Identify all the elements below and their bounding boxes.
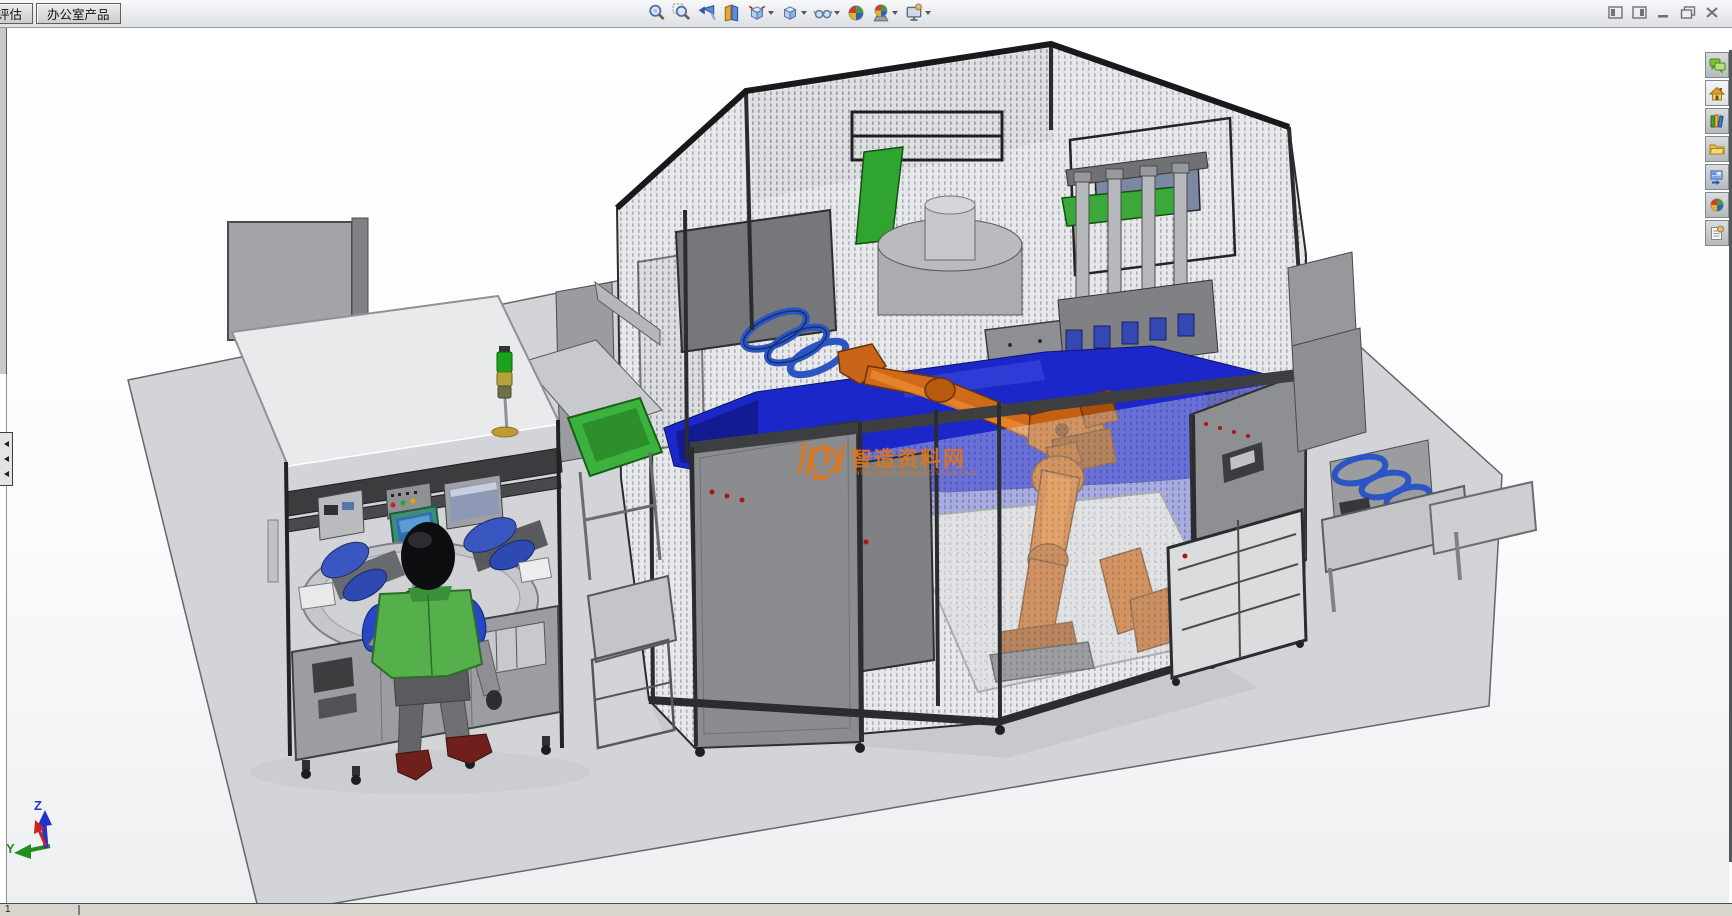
- featuremanager-collapsed-strip: [0, 27, 7, 374]
- command-manager-tabs: 评估 办公室产品: [0, 3, 121, 24]
- design-library-button[interactable]: [1705, 108, 1729, 134]
- previous-view-icon: [697, 3, 717, 23]
- restore-button[interactable]: [1680, 6, 1696, 19]
- split-pane-left-icon: [1608, 6, 1623, 19]
- view-settings-button[interactable]: [903, 2, 933, 24]
- minimize-button[interactable]: [1656, 6, 1671, 19]
- split-pane-right-button[interactable]: [1632, 6, 1647, 19]
- forum-icon: [1708, 57, 1726, 73]
- previous-view-button[interactable]: [696, 2, 718, 24]
- split-pane-right-icon: [1632, 6, 1647, 19]
- hide-show-items-button[interactable]: [812, 2, 842, 24]
- solidworks-resources-button[interactable]: [1705, 80, 1729, 106]
- triad-y-label: Y: [7, 841, 15, 856]
- status-page-indicator: 1: [5, 904, 11, 915]
- collapse-left-icon: [4, 471, 9, 477]
- heads-up-view-toolbar: [646, 2, 933, 24]
- collapse-left-icon: [4, 441, 9, 447]
- watermark-title: 智造资料网: [851, 447, 966, 471]
- orientation-triad: Z Y: [7, 798, 52, 859]
- watermark-subtitle: INTELLIGENT MANUFACTURING DATA: [853, 471, 977, 477]
- tab-office-products[interactable]: 办公室产品: [36, 3, 121, 24]
- section-view-button[interactable]: [721, 2, 743, 24]
- chevron-down-icon[interactable]: [768, 11, 774, 15]
- minimize-icon: [1656, 6, 1671, 19]
- view-settings-icon: [904, 3, 924, 23]
- hide-show-items-icon: [813, 3, 833, 23]
- file-explorer-button[interactable]: [1705, 136, 1729, 162]
- status-divider: [78, 905, 80, 915]
- custom-properties-button[interactable]: [1705, 220, 1729, 246]
- chevron-down-icon[interactable]: [834, 11, 840, 15]
- home-icon: [1708, 85, 1726, 101]
- status-bar: 1: [0, 903, 1732, 916]
- tab-evaluate[interactable]: 评估: [0, 3, 33, 24]
- split-pane-left-button[interactable]: [1608, 6, 1623, 19]
- zoom-to-area-button[interactable]: [671, 2, 693, 24]
- cad-scene[interactable]: 智造资料网 INTELLIGENT MANUFACTURING DATA Z Y: [7, 27, 1729, 904]
- solidworks-forum-button[interactable]: [1705, 52, 1729, 78]
- chevron-down-icon[interactable]: [892, 11, 898, 15]
- appearances-scenes-button[interactable]: [1705, 192, 1729, 218]
- restore-icon: [1680, 6, 1696, 19]
- chevron-down-icon[interactable]: [801, 11, 807, 15]
- folder-icon: [1708, 141, 1726, 157]
- zoom-to-area-icon: [672, 3, 692, 23]
- view-palette-button[interactable]: [1705, 164, 1729, 190]
- zoom-to-fit-icon: [647, 3, 667, 23]
- section-view-icon: [722, 3, 742, 23]
- solidworks-window: 智造资料网 INTELLIGENT MANUFACTURING DATA Z Y…: [0, 0, 1732, 916]
- books-icon: [1708, 113, 1726, 129]
- apply-scene-icon: [871, 3, 891, 23]
- featuremanager-flyout-tab[interactable]: [0, 432, 13, 486]
- close-button[interactable]: [1705, 6, 1719, 19]
- collapse-left-icon: [4, 456, 9, 462]
- display-style-icon: [780, 3, 800, 23]
- cad-viewport[interactable]: 智造资料网 INTELLIGENT MANUFACTURING DATA Z Y: [7, 27, 1729, 904]
- triad-z-label: Z: [34, 798, 42, 813]
- chevron-down-icon[interactable]: [925, 11, 931, 15]
- custom-properties-icon: [1708, 225, 1726, 241]
- edit-appearance-icon: [846, 3, 866, 23]
- view-orientation-icon: [747, 3, 767, 23]
- view-orientation-button[interactable]: [746, 2, 776, 24]
- edit-appearance-button[interactable]: [845, 2, 867, 24]
- apply-scene-button[interactable]: [870, 2, 900, 24]
- view-palette-icon: [1708, 169, 1726, 186]
- close-icon: [1705, 6, 1719, 19]
- zoom-to-fit-button[interactable]: [646, 2, 668, 24]
- appearances-sphere-icon: [1708, 197, 1726, 213]
- display-style-button[interactable]: [779, 2, 809, 24]
- window-controls: [1608, 6, 1719, 19]
- task-pane: [1705, 52, 1729, 248]
- top-toolbar: 评估 办公室产品: [0, 0, 1732, 28]
